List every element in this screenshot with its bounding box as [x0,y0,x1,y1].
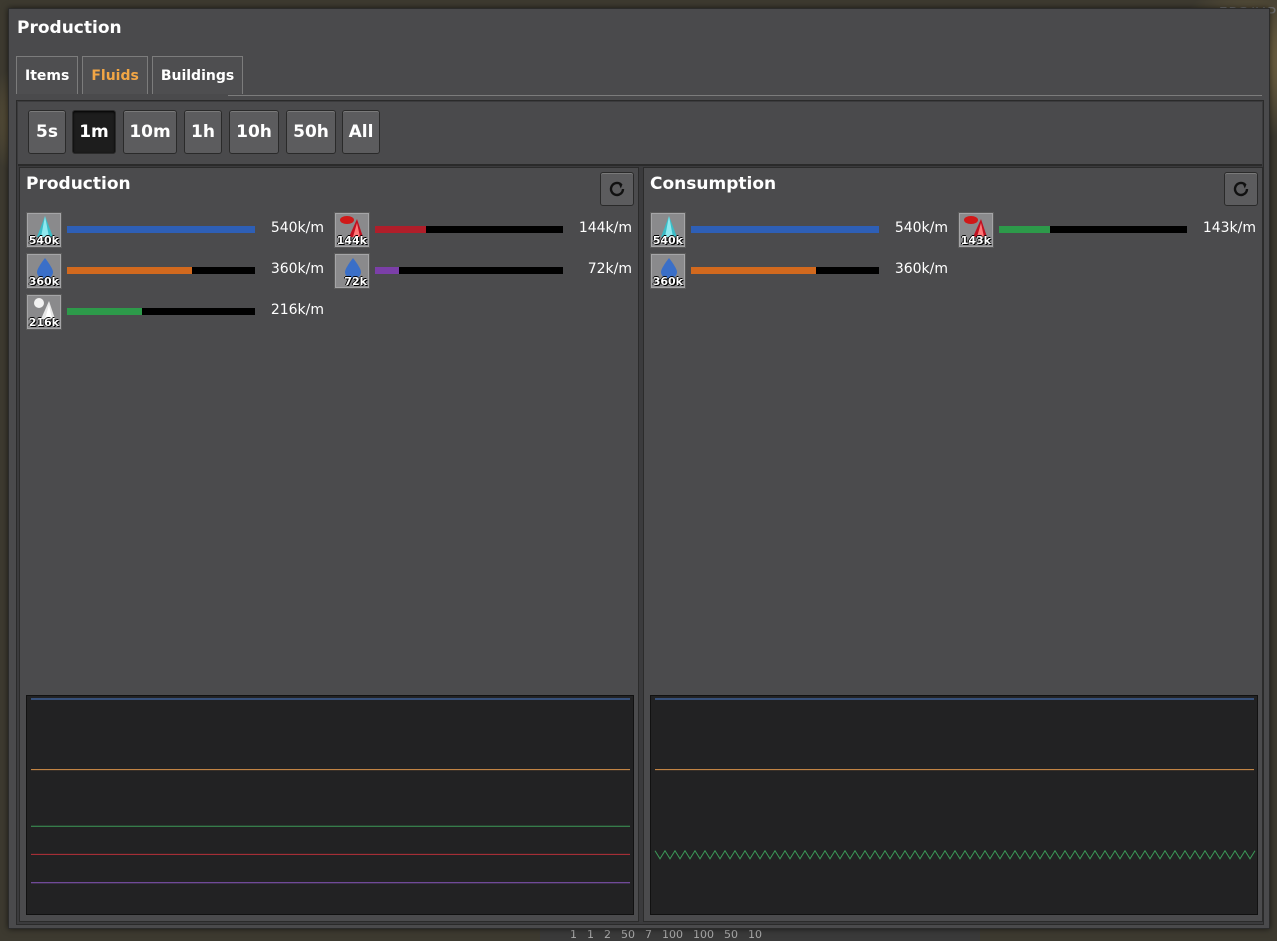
consumption-graph [650,695,1258,915]
time-1m-button[interactable]: 1m [72,110,116,154]
production-title: Production [26,174,131,194]
rate-bar [999,226,1187,233]
list-item[interactable]: 360k 360k/m [650,253,950,289]
time-50h-button[interactable]: 50h [286,110,336,154]
list-item[interactable]: 72k 72k/m [334,253,634,289]
time-all-button[interactable]: All [342,110,380,154]
tab-content: 5s 1m 10m 1h 10h 50h All Production 540k [16,100,1264,925]
quickbar-count: 100 [662,928,683,941]
rate-value: 360k/m [894,261,948,277]
quickbar-count: 50 [724,928,738,941]
rate-bar [67,308,255,315]
reset-button[interactable] [600,172,634,206]
tab-bar: Items Fluids Buildings [16,56,244,94]
rate-value: 540k/m [270,220,324,236]
fluid-slot: 143k [958,212,994,248]
quickbar-count: 1 [570,928,577,941]
consumption-title: Consumption [650,174,777,194]
fluid-slot: 144k [334,212,370,248]
tab-fluids[interactable]: Fluids [82,56,148,94]
list-item[interactable]: 360k 360k/m [26,253,326,289]
rate-value: 143k/m [1202,220,1256,236]
refresh-icon [609,181,625,197]
time-range-bar: 5s 1m 10m 1h 10h 50h All [18,102,1262,166]
time-10m-button[interactable]: 10m [123,110,177,154]
reset-button[interactable] [1224,172,1258,206]
rate-value: 72k/m [587,261,632,277]
fluid-slot: 72k [334,253,370,289]
window-title: Production [17,18,122,38]
quickbar-count: 100 [693,928,714,941]
quickbar-count: 50 [621,928,635,941]
fluid-slot: 540k [650,212,686,248]
quickbar-count: 10 [748,928,762,941]
consumption-panel: Consumption 540k 540k/m 143k 143k/m 360k… [643,167,1263,922]
list-item[interactable]: 144k 144k/m [334,212,634,248]
quickbar-count: 2 [604,928,611,941]
rate-bar [691,226,879,233]
rate-value: 216k/m [270,302,324,318]
time-5s-button[interactable]: 5s [28,110,66,154]
rate-value: 144k/m [578,220,632,236]
production-graph-lines [31,698,630,884]
list-item[interactable]: 216k 216k/m [26,294,326,330]
production-window: Production Items Fluids Buildings 5s 1m … [8,8,1270,929]
rate-value: 540k/m [894,220,948,236]
tab-items[interactable]: Items [16,56,79,94]
tab-divider [228,95,1262,96]
fluid-slot: 540k [26,212,62,248]
fluid-slot: 360k [26,253,62,289]
rate-value: 360k/m [270,261,324,277]
production-graph [26,695,634,915]
time-10h-button[interactable]: 10h [229,110,279,154]
quickbar-count: 7 [645,928,652,941]
rate-bar [67,267,255,274]
list-item[interactable]: 143k 143k/m [958,212,1258,248]
quickbar-count: 1 [587,928,594,941]
rate-bar [67,226,255,233]
fluid-slot: 216k [26,294,62,330]
quickbar-strip: 1 1 2 50 7 100 100 50 10 [540,929,980,941]
refresh-icon [1233,181,1249,197]
production-panel: Production 540k 540k/m 144k 144k/m 360k … [19,167,639,922]
tab-buildings[interactable]: Buildings [151,56,244,94]
time-1h-button[interactable]: 1h [184,110,222,154]
rate-bar [691,267,879,274]
rate-bar [375,226,563,233]
fluid-slot: 360k [650,253,686,289]
graph-series-line [654,849,1256,860]
list-item[interactable]: 540k 540k/m [26,212,326,248]
consumption-graph-lines [654,698,1256,860]
list-item[interactable]: 540k 540k/m [650,212,950,248]
rate-bar [375,267,563,274]
